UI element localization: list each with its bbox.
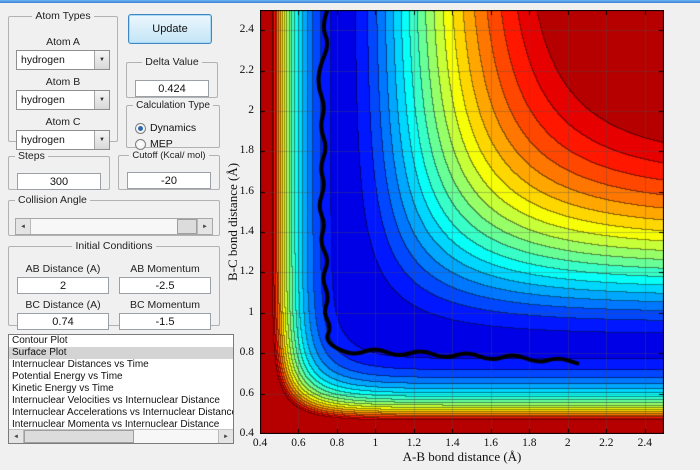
window-title-strip	[0, 0, 700, 3]
scrollbar-track[interactable]	[24, 430, 218, 443]
y-tick-label: 2	[248, 103, 254, 116]
y-axis-label: B-C bond distance (Å)	[225, 162, 240, 282]
x-tick-label: 0.4	[252, 437, 268, 449]
calculation-type-title: Calculation Type	[136, 100, 210, 111]
y-tick-label: 2.4	[239, 23, 254, 36]
slider-track[interactable]	[31, 219, 197, 234]
atom-b-select[interactable]: hydrogen ▼	[16, 90, 110, 110]
list-item[interactable]: Kinetic Energy vs Time	[9, 383, 233, 395]
ab-distance-input[interactable]	[17, 277, 109, 294]
contour-plot-canvas	[260, 10, 664, 434]
atom-types-title: Atom Types	[35, 10, 91, 22]
steps-input[interactable]	[17, 173, 101, 190]
atom-types-panel: Atom Types Atom A hydrogen ▼ Atom B hydr…	[8, 10, 118, 150]
chevron-down-icon[interactable]: ▼	[94, 51, 109, 69]
list-item[interactable]: Internuclear Distances vs Time	[9, 359, 233, 371]
atom-c-label: Atom C	[45, 116, 81, 128]
bc-momentum-input[interactable]	[119, 313, 211, 330]
x-tick-label: 2.4	[637, 437, 652, 449]
x-axis-label: A-B bond distance (Å)	[402, 449, 522, 464]
update-button[interactable]: Update	[128, 14, 212, 44]
x-tick-label: 1.6	[483, 437, 499, 449]
x-tick-label: 2.2	[599, 437, 614, 449]
radio-mep-label: MEP	[150, 138, 173, 150]
delta-value-input[interactable]	[135, 80, 209, 97]
list-item[interactable]: Internuclear Velocities vs Internuclear …	[9, 395, 233, 407]
y-tick-label: 2.2	[239, 63, 254, 76]
ab-distance-label: AB Distance (A)	[25, 263, 101, 275]
calculation-type-panel: Calculation Type Dynamics MEP	[126, 100, 220, 150]
bc-distance-label: BC Distance (A)	[25, 299, 101, 311]
arrow-left-icon[interactable]: ◄	[9, 430, 24, 443]
slider-thumb[interactable]	[177, 219, 197, 234]
x-tick-label: 0.8	[329, 437, 345, 449]
list-item[interactable]: Internuclear Momenta vs Internuclear Dis…	[9, 419, 233, 429]
list-item[interactable]: Potential Energy vs Time	[9, 371, 233, 383]
radio-button-icon	[135, 138, 146, 150]
y-tick-label: 1	[248, 305, 254, 318]
x-tick-label: 1.8	[522, 437, 537, 449]
collision-angle-panel: Collision Angle ◄ ►	[8, 194, 220, 236]
atom-b-label: Atom B	[45, 76, 81, 88]
y-tick-label: 0.6	[239, 386, 254, 399]
atom-a-select[interactable]: hydrogen ▼	[16, 50, 110, 70]
plot-type-listbox[interactable]: Contour Plot Surface Plot Internuclear Dis…	[8, 334, 234, 444]
y-tick-label: 1.8	[239, 144, 254, 157]
atom-b-value: hydrogen	[21, 94, 65, 106]
initial-conditions-title: Initial Conditions	[75, 240, 153, 252]
initial-conditions-panel: Initial Conditions AB Distance (A) AB Mo…	[8, 240, 220, 330]
arrow-left-icon[interactable]: ◄	[16, 219, 31, 234]
x-tick-label: 1.2	[406, 437, 422, 449]
radio-button-icon	[135, 122, 146, 134]
x-tick-label: 1.4	[445, 437, 460, 449]
x-tick-label: 1	[372, 437, 379, 449]
chevron-down-icon[interactable]: ▼	[94, 91, 109, 109]
list-item[interactable]: Surface Plot	[9, 347, 233, 359]
ab-momentum-label: AB Momentum	[130, 263, 200, 275]
bc-momentum-label: BC Momentum	[129, 299, 201, 311]
listbox-hscrollbar[interactable]: ◄ ►	[9, 429, 233, 443]
y-tick-label: 0.8	[239, 346, 254, 359]
atom-c-value: hydrogen	[21, 134, 65, 146]
x-tick-label: 0.6	[291, 437, 306, 449]
delta-value-panel: Delta Value	[126, 56, 218, 98]
steps-panel: Steps	[8, 150, 110, 190]
list-item[interactable]: Internuclear Accelerations vs Internucle…	[9, 407, 233, 419]
collision-angle-title: Collision Angle	[18, 194, 87, 206]
delta-value-title: Delta Value	[145, 56, 199, 68]
steps-title: Steps	[18, 150, 45, 162]
app-window: Atom Types Atom A hydrogen ▼ Atom B hydr…	[0, 0, 700, 470]
chevron-down-icon[interactable]: ▼	[94, 131, 109, 149]
x-tick-label: 2	[564, 437, 571, 449]
scrollbar-thumb[interactable]	[24, 430, 134, 443]
ab-momentum-input[interactable]	[119, 277, 211, 294]
bc-distance-input[interactable]	[17, 313, 109, 330]
list-items: Contour Plot Surface Plot Internuclear Dis…	[9, 335, 233, 429]
arrow-right-icon[interactable]: ►	[197, 219, 212, 234]
radio-dynamics-label: Dynamics	[150, 122, 197, 134]
atom-a-value: hydrogen	[21, 54, 65, 66]
collision-angle-slider[interactable]: ◄ ►	[15, 218, 213, 235]
atom-a-label: Atom A	[46, 36, 80, 48]
cutoff-panel: Cutoff (Kcal/ mol)	[118, 150, 220, 190]
radio-mep[interactable]: MEP	[135, 138, 173, 150]
atom-c-select[interactable]: hydrogen ▼	[16, 130, 110, 150]
y-tick-label: 0.4	[239, 427, 254, 439]
cutoff-title: Cutoff (Kcal/ mol)	[132, 150, 206, 161]
list-item[interactable]: Contour Plot	[9, 335, 233, 347]
cutoff-input[interactable]	[127, 172, 211, 189]
radio-dynamics[interactable]: Dynamics	[135, 122, 196, 134]
